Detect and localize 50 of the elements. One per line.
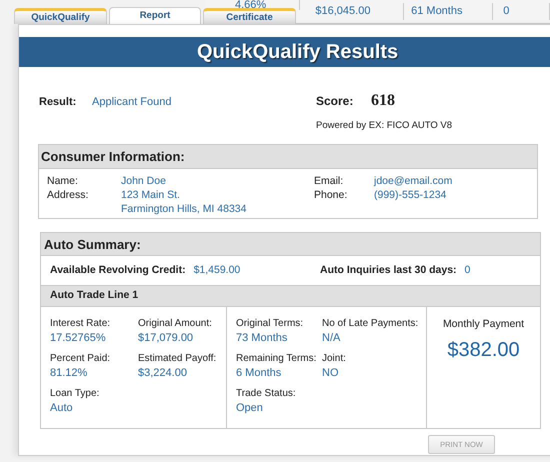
table-cell: $16,045.00 [300,3,404,20]
field-value: jdoe@email.com [374,174,452,188]
stat-value: 0 [464,262,470,278]
table-cell: 0 [493,3,550,20]
field-label: Address: [47,188,90,204]
stat-value: $1,459.00 [194,262,240,278]
field-value: (999)-555-1234 [374,188,446,202]
results-title: QuickQualify Results [19,37,550,67]
score-label: Score: [316,93,354,110]
field-value: John Doe [121,174,166,188]
field-label: Phone: [314,188,348,202]
tab[interactable]: QuickQualify [14,8,107,24]
field-value: $3,224.00 [138,366,188,382]
monthly-payment-label: Monthly Payment [442,317,524,332]
stat-label: Auto Inquiries last 30 days: [320,262,457,278]
tab[interactable]: Certificate [203,8,296,24]
score-value: 618 [371,91,395,111]
field-label: Name: [47,174,79,188]
result-label: Result: [39,95,78,110]
field-label: Email: [314,174,344,188]
field-label: Estimated Payoff: [138,352,218,366]
field-label: Loan Type: [50,387,100,402]
field-label: Original Amount: [138,317,213,332]
field-label: No of Late Payments: [322,317,420,332]
field-value: 17.52765% [50,331,107,346]
field-value: 6 Months [236,366,282,382]
section-header: Consumer Information: [39,145,537,170]
field-label: Original Terms: [236,317,304,332]
field-label: Trade Status: [236,387,297,402]
field-value: 123 Main St. [121,188,181,202]
field-label: Remaining Terms: [236,352,318,366]
field-value: 73 Months [236,331,288,346]
field-label: Percent Paid: [50,352,112,366]
field-value: $17,079.00 [138,331,194,346]
tab[interactable]: Report [109,7,201,25]
table-cell: 61 Months [404,3,494,20]
field-value: Farmington Hills, MI 48334 [121,202,246,216]
result-value: Applicant Found [92,95,172,110]
field-label: Joint: [322,352,347,366]
monthly-payment-value: $382.00 [447,338,520,363]
powered-by-text: Powered by EX: FICO AUTO V8 [315,119,454,133]
trade-line-header: Auto Trade Line 1 [41,285,540,308]
field-value: 81.12% [50,366,88,382]
field-value: Open [236,401,264,416]
field-value: NO [322,366,340,382]
field-label: Interest Rate: [50,317,112,332]
field-value: Auto [50,401,74,416]
section-header: Auto Summary: [41,233,540,256]
stat-label: Available Revolving Credit: [50,262,186,278]
field-value: N/A [322,331,342,346]
